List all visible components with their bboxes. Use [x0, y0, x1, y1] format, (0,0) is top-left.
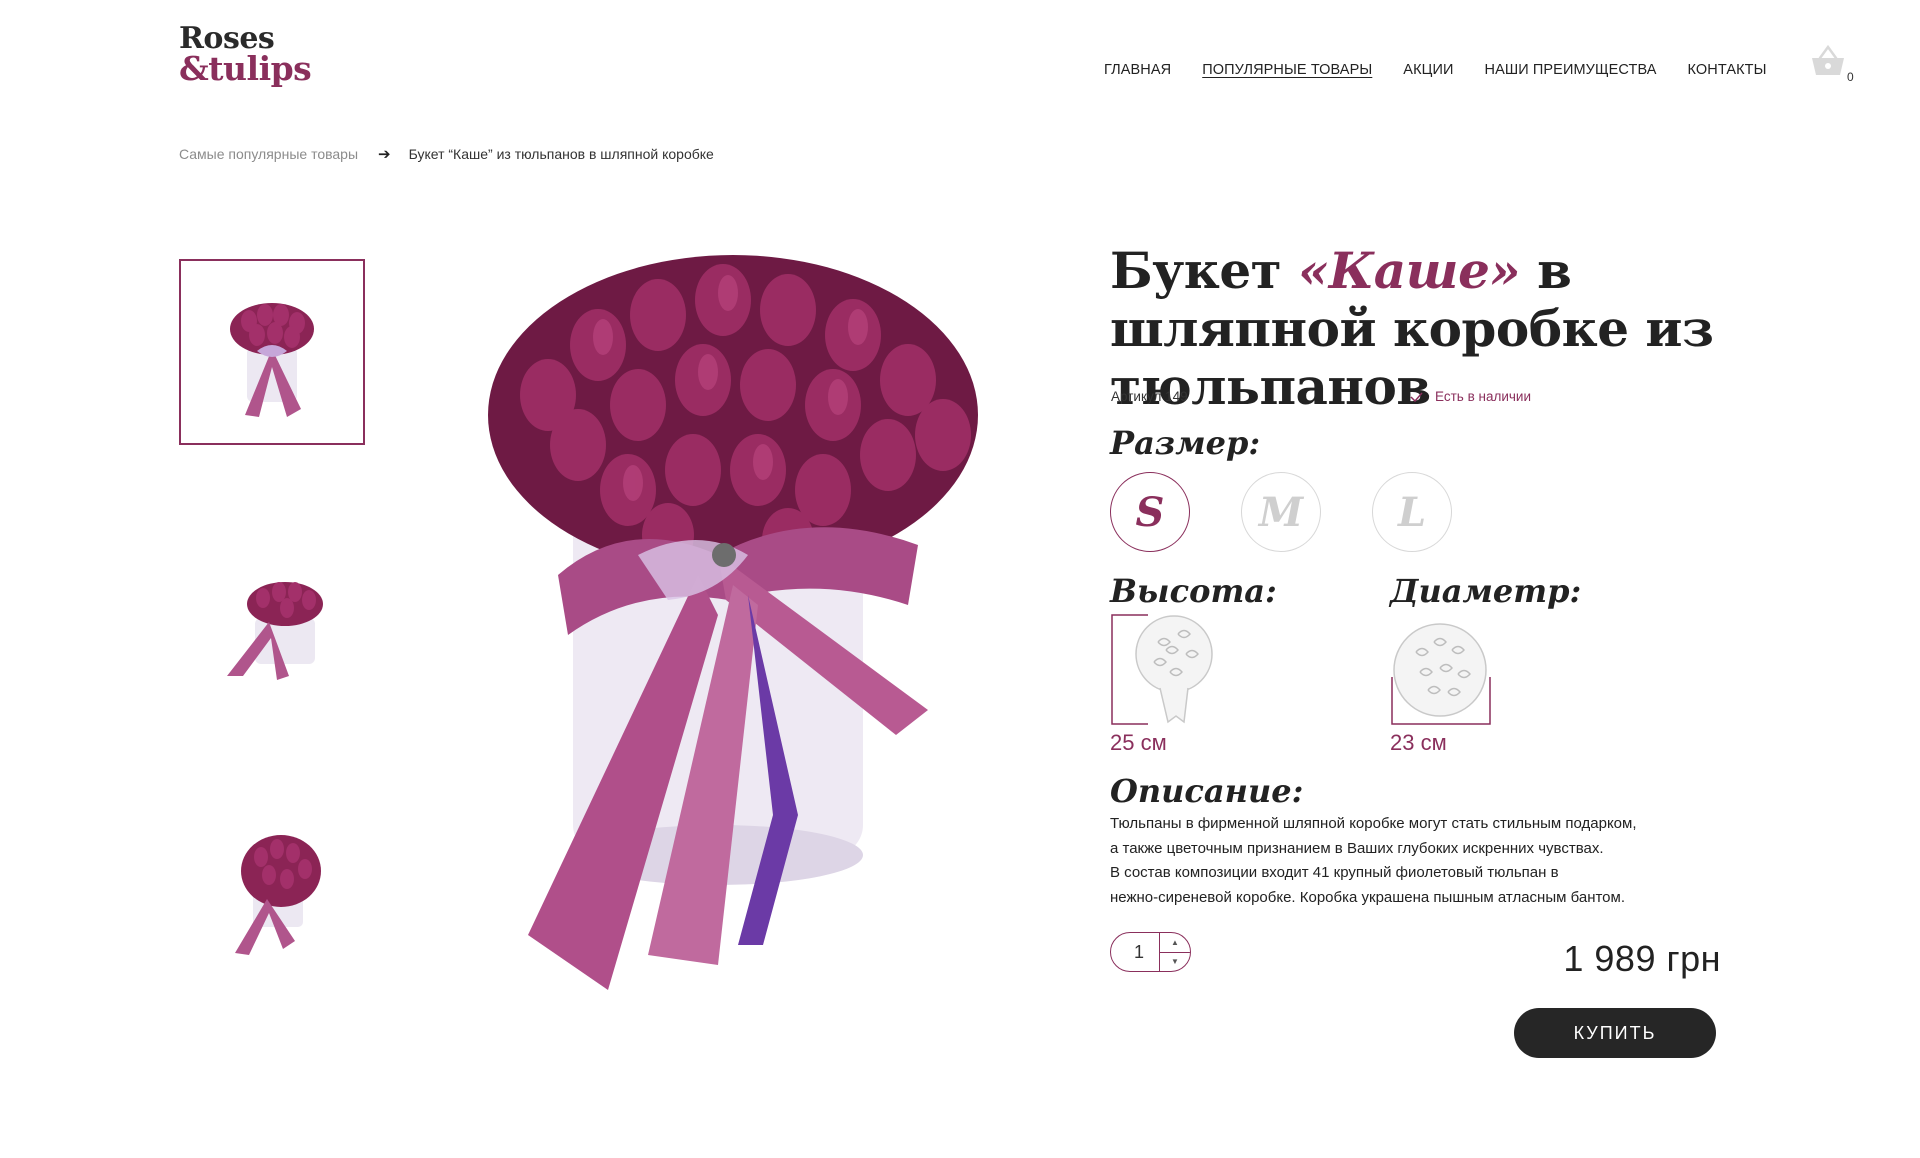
cart-button[interactable]: 0 — [1810, 44, 1854, 86]
size-option-l[interactable]: L — [1372, 472, 1452, 552]
description-line: а также цветочным признанием в Ваших глу… — [1110, 839, 1604, 857]
breadcrumb-current: Букет “Каше” из тюльпанов в шляпной коро… — [408, 146, 714, 162]
logo-line-2: &tulips — [179, 49, 312, 88]
nav-sales[interactable]: АКЦИИ — [1403, 62, 1453, 78]
nav-popular[interactable]: ПОПУЛЯРНЫЕ ТОВАРЫ — [1202, 62, 1372, 78]
title-accent: «Каше» — [1298, 241, 1521, 300]
bouquet-main-image — [488, 255, 978, 990]
quantity-increase-icon[interactable]: ▲ — [1160, 933, 1190, 953]
diameter-label: Диаметр: — [1390, 572, 1582, 610]
arrow-right-icon: ➔ — [378, 146, 391, 163]
breadcrumb: Самые популярные товары ➔ Букет “Каше” и… — [179, 145, 714, 163]
quantity-input[interactable] — [1111, 933, 1159, 971]
description-line: Тюльпаны в фирменной шляпной коробке мог… — [1110, 815, 1637, 832]
bouquet-thumbnail-image — [230, 303, 314, 417]
gallery-thumbnail-1[interactable] — [179, 259, 365, 445]
checkmark-icon — [1410, 392, 1423, 402]
description-line: В состав композиции входит 41 крупный фи… — [1110, 864, 1559, 881]
quantity-stepper: ▲ ▼ — [1110, 932, 1191, 972]
gallery-thumbnail-2[interactable] — [179, 528, 365, 714]
size-label: Размер: — [1110, 424, 1261, 462]
brand-logo[interactable]: Roses &tulips — [179, 24, 312, 88]
height-label: Высота: — [1110, 572, 1277, 610]
cart-count: 0 — [1847, 70, 1854, 84]
breadcrumb-parent[interactable]: Самые популярные товары — [179, 146, 358, 162]
bouquet-thumbnail-image — [235, 835, 321, 955]
nav-advantages[interactable]: НАШИ ПРЕИМУЩЕСТВА — [1485, 62, 1657, 78]
height-icon — [1111, 614, 1213, 725]
stock-label: Есть в наличии — [1435, 389, 1531, 404]
quantity-decrease-icon[interactable]: ▼ — [1160, 953, 1190, 972]
bouquet-thumbnail-image — [227, 582, 323, 680]
product-main-image — [488, 255, 1018, 990]
description-label: Описание: — [1110, 772, 1304, 810]
description-line: нежно-сиреневой коробке. Коробка украшен… — [1110, 888, 1625, 906]
basket-icon — [1812, 44, 1844, 75]
size-option-s[interactable]: S — [1110, 472, 1190, 552]
stock-status: Есть в наличии — [1410, 389, 1531, 404]
gallery-thumbnail-3[interactable] — [179, 795, 365, 981]
product-description: Тюльпаны в фирменной шляпной коробке мог… — [1110, 812, 1720, 910]
buy-button[interactable]: КУПИТЬ — [1514, 1008, 1716, 1058]
diameter-value: 23 см — [1390, 730, 1447, 755]
nav-home[interactable]: ГЛАВНАЯ — [1104, 62, 1171, 78]
height-value: 25 см — [1110, 730, 1167, 755]
diameter-icon — [1391, 623, 1491, 725]
nav-contacts[interactable]: КОНТАКТЫ — [1688, 62, 1767, 78]
product-sku: Артикул 149 — [1111, 389, 1188, 404]
size-option-m[interactable]: M — [1241, 472, 1321, 552]
main-nav: ГЛАВНАЯ ПОПУЛЯРНЫЕ ТОВАРЫ АКЦИИ НАШИ ПРЕ… — [1104, 62, 1798, 78]
product-price: 1 989 грн — [1563, 938, 1721, 979]
title-part-1: Букет — [1110, 241, 1299, 300]
